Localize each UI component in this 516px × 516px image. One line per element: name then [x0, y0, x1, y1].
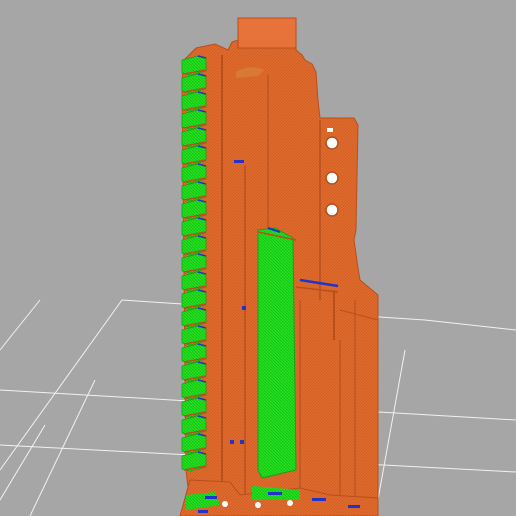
stair-step — [181, 433, 207, 454]
hole-top — [325, 136, 339, 150]
stair-step — [181, 163, 207, 184]
infill-column[interactable] — [257, 227, 297, 479]
hole-bottom — [325, 203, 339, 217]
3d-viewport[interactable] — [0, 0, 516, 516]
stair-step — [181, 361, 207, 382]
stair-step — [181, 397, 207, 418]
hole-middle — [325, 171, 339, 185]
stair-step — [181, 235, 207, 256]
stair-step — [181, 379, 207, 400]
slot-top — [327, 128, 333, 132]
stair-step — [181, 451, 207, 472]
stair-step — [181, 181, 207, 202]
stair-step — [181, 109, 207, 130]
stair-step — [181, 415, 207, 436]
stair-step — [181, 307, 207, 328]
stair-step — [181, 127, 207, 148]
infill-stairs[interactable] — [181, 55, 207, 472]
stair-step — [181, 253, 207, 274]
stair-step — [181, 145, 207, 166]
stair-step — [181, 55, 207, 76]
stair-step — [181, 343, 207, 364]
stair-step — [181, 289, 207, 310]
stair-step — [181, 91, 207, 112]
stair-step — [181, 325, 207, 346]
stair-step — [181, 271, 207, 292]
stair-step — [181, 73, 207, 94]
stair-step — [181, 199, 207, 220]
stair-step — [181, 217, 207, 238]
scene[interactable] — [0, 0, 516, 516]
